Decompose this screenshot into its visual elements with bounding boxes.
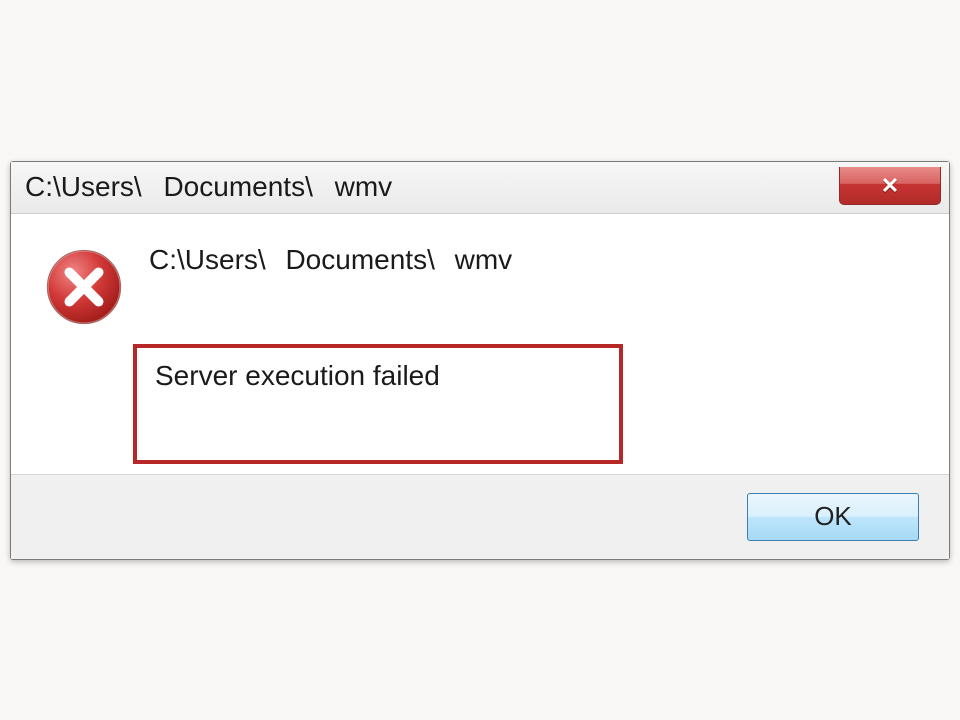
dialog-body: C:\Users\ Documents\ wmv Server executio… — [11, 214, 949, 474]
close-icon: ✕ — [881, 175, 899, 197]
body-row: C:\Users\ Documents\ wmv — [45, 242, 915, 326]
ok-button-label: OK — [814, 501, 852, 532]
button-bar: OK — [11, 474, 949, 559]
close-button[interactable]: ✕ — [839, 167, 941, 205]
error-dialog: C:\Users\ Documents\ wmv ✕ C:\Users\ — [10, 161, 950, 560]
titlebar: C:\Users\ Documents\ wmv ✕ — [11, 162, 949, 214]
error-icon — [45, 248, 123, 326]
error-message: Server execution failed — [155, 360, 440, 392]
file-path: C:\Users\ Documents\ wmv — [149, 244, 915, 276]
message-highlight: Server execution failed — [133, 344, 623, 464]
window-title: C:\Users\ Documents\ wmv — [25, 171, 392, 203]
body-text: C:\Users\ Documents\ wmv — [149, 242, 915, 276]
ok-button[interactable]: OK — [747, 493, 919, 541]
